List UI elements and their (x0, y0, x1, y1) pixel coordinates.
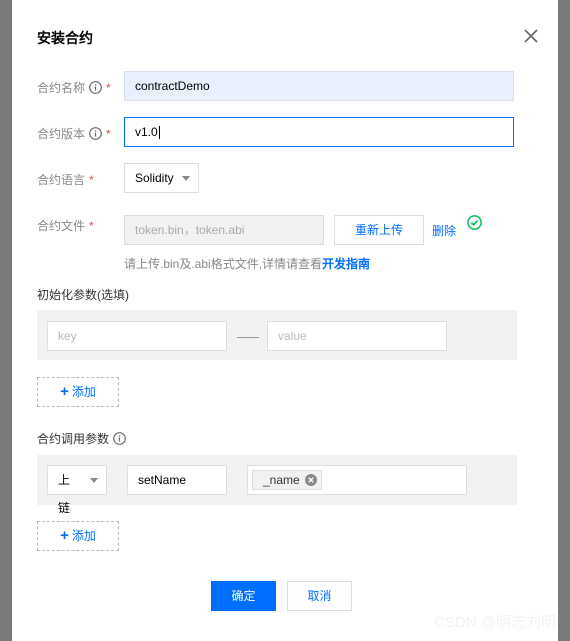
file-hint-text: 请上传.bin及.abi格式文件,详情请查看 (124, 257, 323, 271)
success-check-icon (467, 215, 482, 230)
backdrop-left (0, 0, 12, 641)
info-icon[interactable] (89, 127, 102, 140)
contract-name-input[interactable]: contractDemo (124, 71, 514, 101)
file-label: 合约文件 * (37, 217, 94, 234)
close-circle-icon[interactable] (304, 474, 317, 486)
install-contract-dialog: 安装合约 合约名称 * contractDemo 合约版本 * v1.0 合约语… (12, 0, 558, 641)
dialog-title: 安装合约 (37, 30, 93, 46)
name-label: 合约名称 * (37, 79, 111, 96)
add-init-param-label: 添加 (71, 385, 96, 399)
key-placeholder: key (58, 329, 77, 343)
version-value: v1.0 (135, 125, 158, 139)
key-value-separator (237, 337, 259, 338)
call-params-title-text: 合约调用参数 (37, 432, 110, 446)
version-label-text: 合约版本 (37, 127, 86, 141)
language-label: 合约语言 * (37, 171, 94, 188)
info-icon[interactable] (89, 81, 102, 94)
call-params-title: 合约调用参数 (37, 430, 126, 447)
call-mode-value: 上链 (58, 473, 71, 515)
plus-icon: + (60, 383, 69, 400)
init-key-input[interactable]: key (47, 321, 227, 351)
language-value: Solidity (135, 171, 174, 185)
delete-link[interactable]: 删除 (432, 222, 456, 239)
required-mark: * (89, 218, 94, 233)
chevron-down-icon (90, 478, 98, 483)
info-icon[interactable] (113, 432, 126, 445)
method-name-input[interactable]: setName (127, 465, 227, 495)
reupload-button[interactable]: 重新上传 (334, 215, 424, 245)
name-label-text: 合约名称 (37, 81, 86, 95)
close-icon[interactable] (523, 28, 539, 44)
backdrop-right (558, 0, 570, 641)
language-label-text: 合约语言 (37, 173, 86, 187)
confirm-button[interactable]: 确定 (211, 581, 276, 611)
cancel-button[interactable]: 取消 (287, 581, 352, 611)
arg-tag: _name (252, 470, 322, 490)
init-params-title: 初始化参数(选填) (37, 288, 129, 302)
add-init-param-button[interactable]: + 添加 (37, 377, 119, 407)
plus-icon: + (60, 527, 69, 544)
call-mode-select[interactable]: 上链 (47, 465, 107, 515)
version-label: 合约版本 * (37, 125, 111, 142)
language-select[interactable]: Solidity (124, 163, 199, 193)
value-placeholder: value (278, 329, 307, 343)
chevron-down-icon (182, 176, 190, 181)
required-mark: * (106, 80, 111, 95)
text-caret (158, 126, 160, 140)
init-value-input[interactable]: value (267, 321, 447, 351)
file-label-text: 合约文件 (37, 219, 86, 233)
watermark: CSDN @明志刘明 (434, 614, 556, 631)
arg-tag-label: _name (263, 473, 300, 487)
contract-version-input[interactable]: v1.0 (124, 117, 514, 147)
dev-guide-link[interactable]: 开发指南 (322, 257, 370, 271)
contract-file-input: token.bin，token.abi (124, 215, 324, 245)
add-call-param-button[interactable]: + 添加 (37, 521, 119, 551)
file-hint: 请上传.bin及.abi格式文件,详情请查看开发指南 (124, 255, 370, 272)
required-mark: * (89, 172, 94, 187)
required-mark: * (106, 126, 111, 141)
add-call-param-label: 添加 (71, 529, 96, 543)
